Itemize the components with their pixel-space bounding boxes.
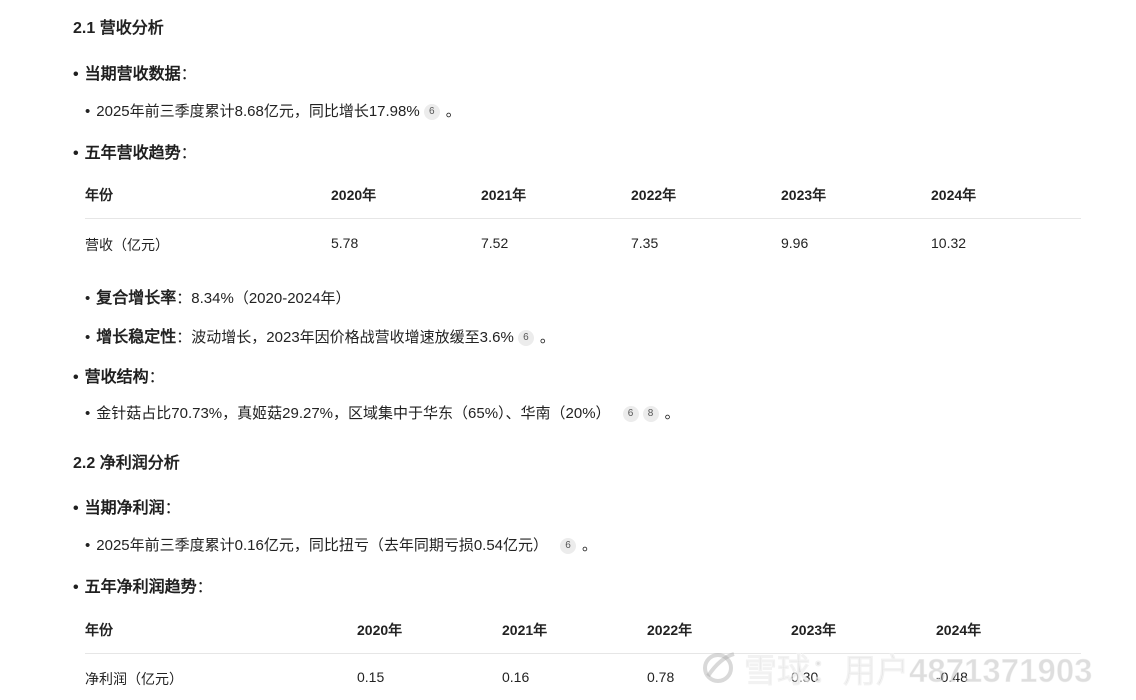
label-stability: 增长稳定性	[96, 329, 177, 346]
period: 。	[582, 537, 598, 554]
table-cell: 0.15	[357, 669, 385, 685]
bullet-dot: •	[85, 537, 91, 554]
bullet-dot: •	[85, 290, 91, 307]
colon: ：	[180, 66, 197, 83]
bullet-dot: •	[73, 579, 79, 596]
citation-badge[interactable]: 6	[560, 538, 577, 555]
table-header-cell: 年份	[85, 187, 113, 203]
table-header-cell: 2020年	[331, 187, 377, 203]
colon: ：	[196, 579, 213, 596]
table-header-cell: 2021年	[502, 622, 548, 638]
table-cell: 7.35	[631, 235, 659, 251]
citation-badge[interactable]: 6	[517, 330, 534, 347]
colon: ：	[176, 290, 192, 307]
table-header-cell: 2021年	[481, 187, 527, 203]
bullet-dot: •	[73, 500, 79, 517]
colon: ：	[176, 329, 192, 346]
label-current-revenue: 当期营收数据	[84, 66, 181, 83]
label-net-profit-trend: 五年净利润趋势	[84, 579, 197, 596]
colon: ：	[164, 500, 181, 517]
label-revenue-trend: 五年营收趋势	[84, 145, 181, 162]
bullet-revenue-trend: • 五年营收趋势：	[73, 139, 197, 163]
colon: ：	[180, 145, 197, 162]
sub-bullet-current-revenue: • 2025年前三季度累计8.68亿元，同比增长17.98% 6 。	[85, 100, 461, 121]
bullet-dot: •	[73, 369, 79, 386]
table-header-cell: 年份	[85, 622, 113, 638]
sub-bullet-current-net-profit: • 2025年前三季度累计0.16亿元，同比扭亏（去年同期亏损0.54亿元） 6 。	[85, 534, 597, 555]
table-header-cell: 2022年	[647, 622, 693, 638]
table-cell: 0.78	[647, 669, 675, 685]
watermark: 雪球：用户4871371903	[744, 652, 1094, 690]
label-revenue-structure: 营收结构	[84, 369, 149, 386]
period: 。	[539, 329, 555, 346]
sub-bullet-structure: • 金针菇占比70.73%，真姬菇29.27%，区域集中于华东（65%）、华南（2…	[85, 402, 680, 423]
table-header-cell: 2022年	[631, 187, 677, 203]
bullet-dot: •	[85, 329, 91, 346]
bullet-dot: •	[85, 405, 91, 422]
section-heading-net-profit: 2.2 净利润分析	[73, 455, 180, 472]
bullet-dot: •	[73, 66, 79, 83]
bullet-revenue-structure: • 营收结构：	[73, 363, 165, 387]
table-header-cell: 2024年	[931, 187, 977, 203]
table-divider	[85, 218, 1081, 219]
bullet-current-revenue: • 当期营收数据：	[73, 60, 197, 84]
table-cell: 9.96	[781, 235, 809, 251]
table-cell: 0.16	[502, 669, 530, 685]
colon: ：	[148, 369, 165, 386]
table-header-cell: 2020年	[357, 622, 403, 638]
table-header-cell: 2023年	[791, 622, 837, 638]
table-cell: 10.32	[931, 235, 967, 251]
period: 。	[445, 103, 461, 120]
text-current-revenue: 2025年前三季度累计8.68亿元，同比增长17.98%	[96, 103, 420, 120]
table-header-cell: 2024年	[936, 622, 982, 638]
sub-bullet-cagr: • 复合增长率：8.34%（2020-2024年）	[85, 284, 351, 308]
bullet-dot: •	[85, 103, 91, 120]
text-stability: 波动增长，2023年因价格战营收增速放缓至3.6%	[191, 329, 514, 346]
label-current-net-profit: 当期净利润	[84, 500, 165, 517]
label-cagr: 复合增长率	[96, 290, 177, 307]
bullet-net-profit-trend: • 五年净利润趋势：	[73, 573, 213, 597]
table-cell: 7.52	[481, 235, 509, 251]
table-cell: 净利润（亿元）	[85, 671, 183, 687]
bullet-dot: •	[73, 145, 79, 162]
text-current-net-profit: 2025年前三季度累计0.16亿元，同比扭亏（去年同期亏损0.54亿元）	[96, 537, 549, 554]
table-cell: 营收（亿元）	[85, 237, 169, 253]
sub-bullet-stability: • 增长稳定性：波动增长，2023年因价格战营收增速放缓至3.6% 6 。	[85, 323, 555, 347]
citation-badge[interactable]: 6	[622, 406, 639, 423]
period: 。	[664, 405, 680, 422]
bullet-current-net-profit: • 当期净利润：	[73, 494, 181, 518]
citation-badge[interactable]: 8	[642, 406, 659, 423]
table-header-cell: 2023年	[781, 187, 827, 203]
text-cagr: 8.34%（2020-2024年）	[191, 290, 351, 307]
section-heading-revenue: 2.1 营收分析	[73, 20, 164, 37]
text-structure: 金针菇占比70.73%，真姬菇29.27%，区域集中于华东（65%）、华南（20…	[96, 405, 611, 422]
citation-badge[interactable]: 6	[423, 104, 440, 121]
snowball-logo-icon	[703, 652, 735, 683]
table-cell: 5.78	[331, 235, 359, 251]
